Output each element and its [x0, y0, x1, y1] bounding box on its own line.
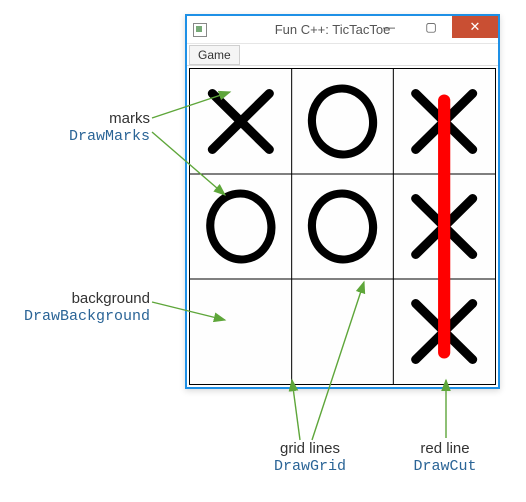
app-window: Fun C++: TicTacToe — ▢ ✕ Game	[185, 14, 500, 389]
annotation-background-title: background	[0, 290, 150, 308]
minimize-icon: —	[383, 20, 395, 34]
titlebar[interactable]: Fun C++: TicTacToe — ▢ ✕	[187, 16, 498, 44]
annotation-marks: marks DrawMarks	[0, 110, 150, 146]
menubar: Game	[187, 44, 498, 66]
diagram-stage: marks DrawMarks background DrawBackgroun…	[0, 0, 526, 502]
close-button[interactable]: ✕	[452, 16, 498, 38]
annotation-gridlines-title: grid lines	[260, 440, 360, 458]
menu-game[interactable]: Game	[189, 45, 240, 65]
game-board[interactable]	[189, 68, 496, 385]
annotation-background-fn: DrawBackground	[0, 308, 150, 326]
annotation-marks-fn: DrawMarks	[0, 128, 150, 146]
maximize-icon: ▢	[425, 20, 436, 34]
annotation-redline: red line DrawCut	[400, 440, 490, 476]
board-svg	[190, 69, 495, 384]
annotation-gridlines-fn: DrawGrid	[260, 458, 360, 476]
annotation-gridlines: grid lines DrawGrid	[260, 440, 360, 476]
maximize-button[interactable]: ▢	[410, 16, 452, 38]
minimize-button[interactable]: —	[368, 16, 410, 38]
annotation-background: background DrawBackground	[0, 290, 150, 326]
annotation-redline-fn: DrawCut	[400, 458, 490, 476]
window-buttons: — ▢ ✕	[368, 16, 498, 38]
annotation-redline-title: red line	[400, 440, 490, 458]
annotation-marks-title: marks	[0, 110, 150, 128]
app-icon	[193, 23, 207, 37]
close-icon: ✕	[470, 19, 481, 35]
marks-group	[206, 85, 473, 360]
